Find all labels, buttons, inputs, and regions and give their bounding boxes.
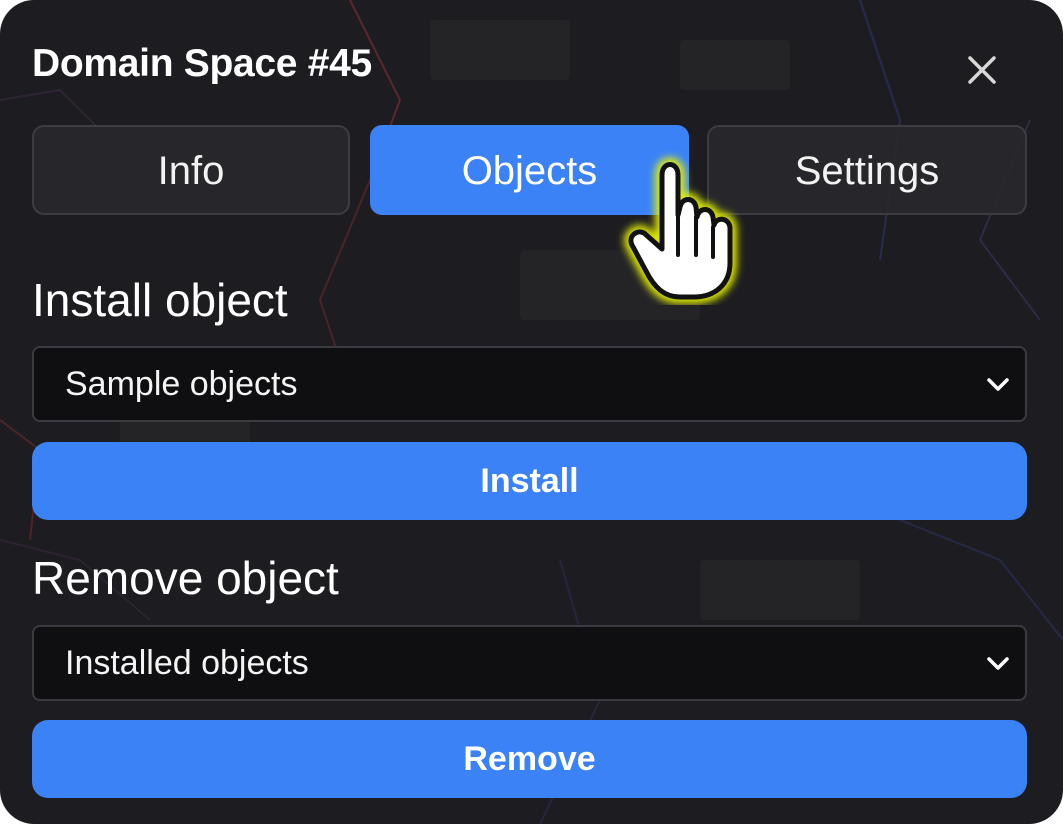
install-button[interactable]: Install <box>32 442 1027 520</box>
remove-select-value: Installed objects <box>65 644 309 682</box>
close-icon <box>968 56 996 84</box>
tab-objects[interactable]: Objects <box>370 125 689 215</box>
remove-object-select[interactable]: Installed objects <box>32 625 1027 701</box>
chevron-down-icon <box>987 378 1009 391</box>
install-object-heading: Install object <box>32 274 288 326</box>
install-object-select[interactable]: Sample objects <box>32 346 1027 422</box>
tab-bar: Info Objects Settings <box>32 125 1027 215</box>
remove-button[interactable]: Remove <box>32 720 1027 798</box>
dialog-title: Domain Space #45 <box>32 42 372 85</box>
install-select-value: Sample objects <box>65 365 298 403</box>
remove-object-heading: Remove object <box>32 552 339 604</box>
chevron-down-icon <box>987 657 1009 670</box>
close-button[interactable] <box>958 46 1006 94</box>
tab-settings[interactable]: Settings <box>707 125 1027 215</box>
domain-space-dialog: Domain Space #45 Info Objects Settings I… <box>0 0 1063 824</box>
tab-info[interactable]: Info <box>32 125 350 215</box>
